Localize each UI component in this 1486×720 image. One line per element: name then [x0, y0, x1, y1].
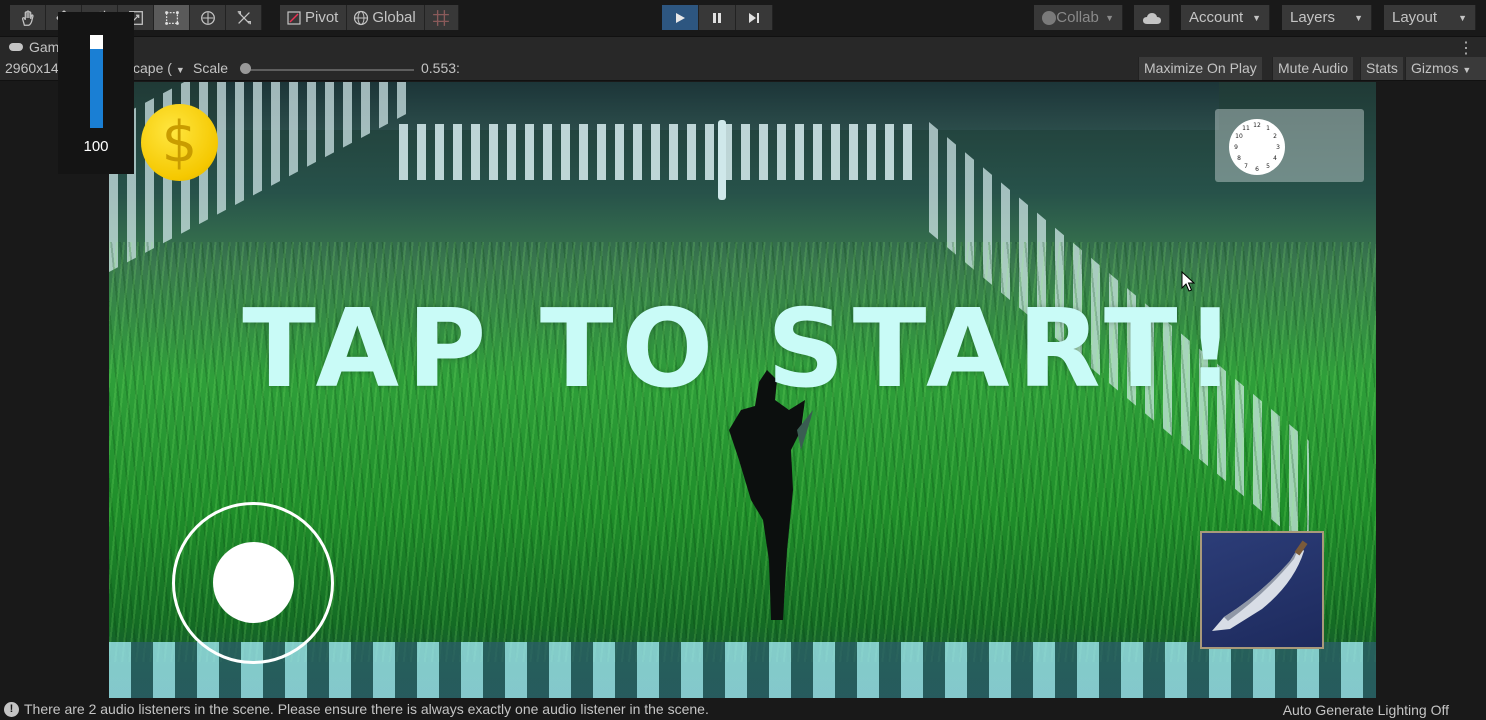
- gamepad-icon: [9, 43, 23, 51]
- play-button[interactable]: [662, 5, 699, 30]
- pivot-button[interactable]: Pivot: [280, 5, 348, 30]
- sword-icon: [1212, 540, 1308, 631]
- weapon-slot-button[interactable]: [1200, 531, 1324, 649]
- layers-dropdown[interactable]: Layers ▼: [1282, 5, 1372, 30]
- step-button[interactable]: [736, 5, 773, 30]
- chevron-down-icon: ▼: [1105, 12, 1114, 23]
- mute-audio-toggle[interactable]: Mute Audio: [1272, 57, 1354, 80]
- lamp-post: [718, 120, 726, 200]
- chevron-down-icon: ▼: [1458, 12, 1467, 23]
- hand-tool-button[interactable]: [10, 5, 46, 30]
- collab-check-icon: [1042, 10, 1056, 25]
- svg-text:10: 10: [1235, 133, 1243, 140]
- timer-panel: 12 1 2 345 678 9 10 11: [1215, 109, 1364, 182]
- svg-text:8: 8: [1237, 155, 1241, 162]
- clock-icon: 12 12 345 678 91011: [1229, 119, 1285, 175]
- resolution-dropdown[interactable]: 2960x14: [5, 60, 59, 76]
- stats-toggle[interactable]: Stats: [1360, 57, 1403, 80]
- console-message-text: There are 2 audio listeners in the scene…: [24, 701, 709, 717]
- status-bar: ! There are 2 audio listeners in the sce…: [0, 699, 1486, 720]
- chevron-down-icon: ▼: [1252, 12, 1261, 23]
- pivot-icon: [287, 10, 301, 25]
- chevron-down-icon: ▼: [1354, 12, 1363, 23]
- collab-group: Collab ▼: [1034, 5, 1123, 30]
- globe-icon: [354, 10, 369, 25]
- grid-snap-button[interactable]: [424, 5, 459, 30]
- power-value: 100: [83, 138, 109, 155]
- main-toolbar: Pivot Global Collab ▼ Account ▼ Layers ▼…: [0, 0, 1486, 36]
- pause-icon: [713, 12, 721, 23]
- scale-slider-track[interactable]: [244, 69, 414, 71]
- more-options-icon[interactable]: ⋮: [1458, 38, 1474, 58]
- global-button[interactable]: Global: [347, 5, 425, 30]
- game-tab-bar: Gam ⋮: [0, 36, 1486, 57]
- step-icon: [749, 12, 759, 23]
- account-group: Account ▼: [1181, 5, 1270, 30]
- game-view-controls: 2960x14 cape ( ▼ Scale 0.553: Maximize O…: [0, 57, 1486, 81]
- transform-tool-button[interactable]: [190, 5, 226, 30]
- svg-text:4: 4: [1273, 155, 1277, 162]
- svg-text:12: 12: [1253, 122, 1261, 129]
- pause-button[interactable]: [699, 5, 736, 30]
- aspect-dropdown[interactable]: cape ( ▼: [133, 60, 185, 76]
- fence-front: [109, 642, 1376, 698]
- scale-slider-handle[interactable]: [240, 63, 251, 74]
- power-bar-fill: [90, 49, 103, 128]
- gizmos-dropdown[interactable]: Gizmos ▼: [1405, 57, 1486, 80]
- console-message[interactable]: ! There are 2 audio listeners in the sce…: [4, 701, 709, 717]
- coin-symbol: $: [161, 110, 198, 175]
- layers-group: Layers ▼: [1282, 5, 1372, 30]
- info-icon: !: [4, 701, 19, 717]
- svg-text:6: 6: [1255, 166, 1259, 173]
- pivot-group: Pivot Global: [280, 5, 459, 30]
- hand-icon: [21, 9, 34, 26]
- svg-text:1: 1: [1266, 125, 1270, 132]
- transform-tools: [10, 5, 262, 30]
- scale-value: 0.553:: [421, 60, 460, 76]
- play-icon: [676, 12, 685, 23]
- svg-text:7: 7: [1244, 163, 1248, 170]
- svg-text:11: 11: [1242, 125, 1250, 132]
- svg-text:2: 2: [1273, 133, 1277, 140]
- cloud-icon: [1142, 12, 1161, 24]
- collab-button[interactable]: Collab ▼: [1034, 5, 1123, 30]
- account-label: Account: [1189, 9, 1244, 26]
- power-meter: 100: [58, 12, 134, 174]
- scale-label: Scale: [193, 60, 229, 76]
- layout-group: Layout ▼: [1384, 5, 1476, 30]
- collab-label: Collab: [1056, 9, 1099, 26]
- transform-icon: [200, 10, 215, 25]
- rect-tool-icon: [164, 10, 179, 25]
- pivot-label: Pivot: [305, 9, 339, 26]
- rect-tool-button[interactable]: [154, 5, 190, 30]
- game-tab-label: Gam: [29, 39, 60, 55]
- gizmos-label: Gizmos: [1411, 60, 1459, 76]
- chevron-down-icon: ▼: [1462, 65, 1472, 75]
- cloud-group: [1134, 5, 1170, 30]
- game-viewport[interactable]: TAP TO START! $ 12 1 2 345 678 9 10 11: [109, 82, 1376, 698]
- aspect-label: cape (: [133, 60, 172, 76]
- svg-text:3: 3: [1276, 144, 1280, 151]
- mouse-cursor-icon: [1181, 271, 1195, 292]
- game-tab[interactable]: Gam: [8, 39, 59, 55]
- layout-label: Layout: [1392, 9, 1438, 26]
- cloud-button[interactable]: [1134, 5, 1170, 30]
- grid-snap-icon: [433, 9, 450, 26]
- svg-text:9: 9: [1234, 144, 1238, 151]
- custom-tool-button[interactable]: [226, 5, 262, 30]
- joystick-knob[interactable]: [213, 542, 294, 623]
- fence-back: [399, 124, 919, 180]
- layout-dropdown[interactable]: Layout ▼: [1384, 5, 1476, 30]
- layers-label: Layers: [1290, 9, 1336, 26]
- coin-icon: $: [141, 104, 218, 181]
- lighting-status[interactable]: Auto Generate Lighting Off: [1283, 702, 1449, 718]
- chevron-down-icon: ▼: [175, 65, 185, 75]
- account-dropdown[interactable]: Account ▼: [1181, 5, 1270, 30]
- tap-to-start-text[interactable]: TAP TO START!: [109, 287, 1376, 412]
- custom-tool-icon: [237, 10, 251, 24]
- playback-controls: [662, 5, 773, 30]
- global-label: Global: [372, 9, 416, 26]
- svg-text:5: 5: [1266, 163, 1270, 170]
- maximize-on-play-toggle[interactable]: Maximize On Play: [1138, 57, 1262, 80]
